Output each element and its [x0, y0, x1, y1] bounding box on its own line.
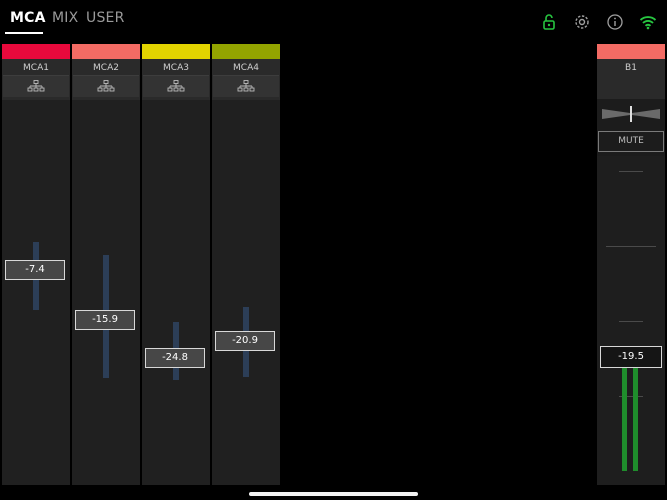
- channel-color-bar: [72, 44, 140, 59]
- bus-color-bar: [597, 44, 665, 59]
- bus-header[interactable]: B1: [597, 59, 665, 99]
- fader-area[interactable]: -24.8: [142, 100, 210, 485]
- mute-button[interactable]: MUTE: [598, 131, 664, 152]
- gear-icon[interactable]: [573, 13, 591, 31]
- unlock-icon[interactable]: [540, 13, 558, 31]
- fader-knob[interactable]: -7.4: [5, 260, 65, 280]
- routing-button[interactable]: [213, 75, 279, 97]
- network-icon: [237, 80, 255, 92]
- channel-strip-mca4: MCA4 -20.9: [212, 44, 280, 485]
- fader-knob[interactable]: -20.9: [215, 331, 275, 351]
- tab-mix[interactable]: MIX: [52, 10, 78, 26]
- fader-scale-mark: [606, 246, 656, 247]
- network-icon: [97, 80, 115, 92]
- fader-knob[interactable]: -24.8: [145, 348, 205, 368]
- wifi-icon: [639, 16, 657, 30]
- fader-area[interactable]: -7.4: [2, 100, 70, 485]
- tab-mca[interactable]: MCA: [10, 10, 46, 26]
- network-icon: [27, 80, 45, 92]
- bus-name: B1: [625, 63, 637, 73]
- level-meter-right: [633, 361, 638, 471]
- fader-knob[interactable]: -15.9: [75, 310, 135, 330]
- bus-fader-area[interactable]: -19.5: [597, 156, 665, 485]
- routing-button[interactable]: [3, 75, 69, 97]
- bus-strip-b1: B1 MUTE -19.5: [597, 44, 665, 485]
- channel-color-bar: [212, 44, 280, 59]
- channel-color-bar: [142, 44, 210, 59]
- channel-name: MCA4: [233, 63, 259, 73]
- channel-strip-mca3: MCA3 -24.8: [142, 44, 210, 485]
- routing-button[interactable]: [143, 75, 209, 97]
- level-meter-left: [622, 361, 627, 471]
- pan-icon[interactable]: [602, 106, 660, 122]
- fader-scale-mark: [619, 321, 643, 322]
- channel-name: MCA3: [163, 63, 189, 73]
- tab-underline: [5, 32, 43, 34]
- channel-color-bar: [2, 44, 70, 59]
- home-indicator[interactable]: [249, 492, 418, 496]
- network-icon: [167, 80, 185, 92]
- channel-strip-mca1: MCA1 -7.4: [2, 44, 70, 485]
- routing-button[interactable]: [73, 75, 139, 97]
- fader-scale-mark: [619, 171, 643, 172]
- bus-fader-knob[interactable]: -19.5: [600, 346, 662, 368]
- fader-area[interactable]: -15.9: [72, 100, 140, 485]
- tab-user[interactable]: USER: [86, 10, 125, 26]
- channel-name: MCA2: [93, 63, 119, 73]
- channel-strip-mca2: MCA2 -15.9: [72, 44, 140, 485]
- info-icon[interactable]: [606, 13, 624, 31]
- fader-area[interactable]: -20.9: [212, 100, 280, 485]
- channel-name: MCA1: [23, 63, 49, 73]
